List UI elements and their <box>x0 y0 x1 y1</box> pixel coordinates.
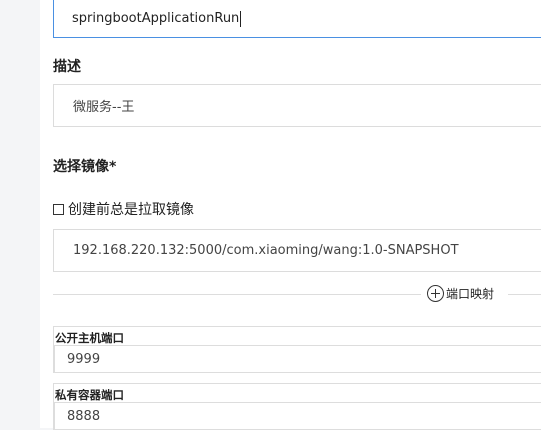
image-input-value: 192.168.220.132:5000/com.xiaoming/wang:1… <box>73 243 459 258</box>
pull-image-checkbox-row[interactable]: 创建前总是拉取镜像 <box>53 199 194 219</box>
text-caret <box>240 10 242 27</box>
host-port-value: 9999 <box>67 351 101 367</box>
add-port-mapping-label: 端口映射 <box>446 287 495 301</box>
divider-left <box>53 294 421 295</box>
container-port-label: 私有容器端口 <box>55 388 124 402</box>
description-label: 描述 <box>53 59 81 75</box>
host-port-group: 公开主机端口 9999 <box>53 326 541 373</box>
plus-circle-icon <box>427 285 444 302</box>
description-input[interactable]: 微服务--王 <box>53 84 541 127</box>
host-port-label: 公开主机端口 <box>55 331 124 345</box>
image-input[interactable]: 192.168.220.132:5000/com.xiaoming/wang:1… <box>53 229 541 272</box>
container-port-input[interactable]: 8888 <box>54 402 541 430</box>
pull-image-checkbox[interactable] <box>53 203 64 215</box>
divider-right <box>508 294 541 295</box>
host-port-input[interactable]: 9999 <box>54 345 541 373</box>
container-port-group: 私有容器端口 8888 <box>53 383 541 430</box>
pull-image-checkbox-label: 创建前总是拉取镜像 <box>68 202 194 218</box>
container-port-value: 8888 <box>67 408 101 424</box>
description-input-value: 微服务--王 <box>73 100 135 115</box>
name-input[interactable]: springbootApplicationRun <box>53 0 541 38</box>
name-input-value: springbootApplicationRun <box>72 11 240 26</box>
add-port-mapping-button[interactable]: 端口映射 <box>427 285 494 302</box>
image-label: 选择镜像* <box>53 159 117 175</box>
